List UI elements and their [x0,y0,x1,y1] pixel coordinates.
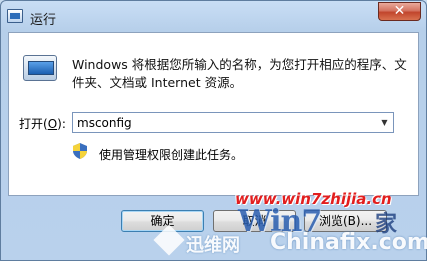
open-combobox[interactable]: ▼ [72,112,394,133]
chevron-down-icon[interactable]: ▼ [376,113,393,132]
run-dialog-window: 运行 ✕ Windows 将根据您所输入的名称，为您打开相应的程序、文件夹、文档… [0,0,427,261]
dialog-body: Windows 将根据您所输入的名称，为您打开相应的程序、文件夹、文档或 Int… [8,32,419,196]
open-label-prefix: 打开( [19,117,48,131]
close-button[interactable]: ✕ [378,2,421,21]
run-app-icon [7,9,23,23]
open-input[interactable] [77,114,367,131]
watermark-brand-logo: 迅维网 [153,224,268,257]
close-icon: ✕ [393,3,406,19]
open-label-suffix: ): [57,117,66,131]
open-label-hotkey: O [47,117,58,131]
admin-notice-text: 使用管理权限创建此任务。 [99,148,244,162]
watermark-brand-text: 迅维网 [186,235,240,256]
dialog-description: Windows 将根据您所输入的名称，为您打开相应的程序、文件夹、文档或 Int… [72,57,407,90]
open-label: 打开(O): [19,115,66,132]
watermark-diamond-icon [153,224,185,256]
run-icon [23,55,57,81]
run-icon-screen [28,61,54,75]
window-title: 运行 [30,13,57,28]
watermark-chinafix: Chinafix.com [270,230,427,255]
title-bar[interactable]: 运行 ✕ [1,1,426,33]
shield-icon [73,143,87,159]
